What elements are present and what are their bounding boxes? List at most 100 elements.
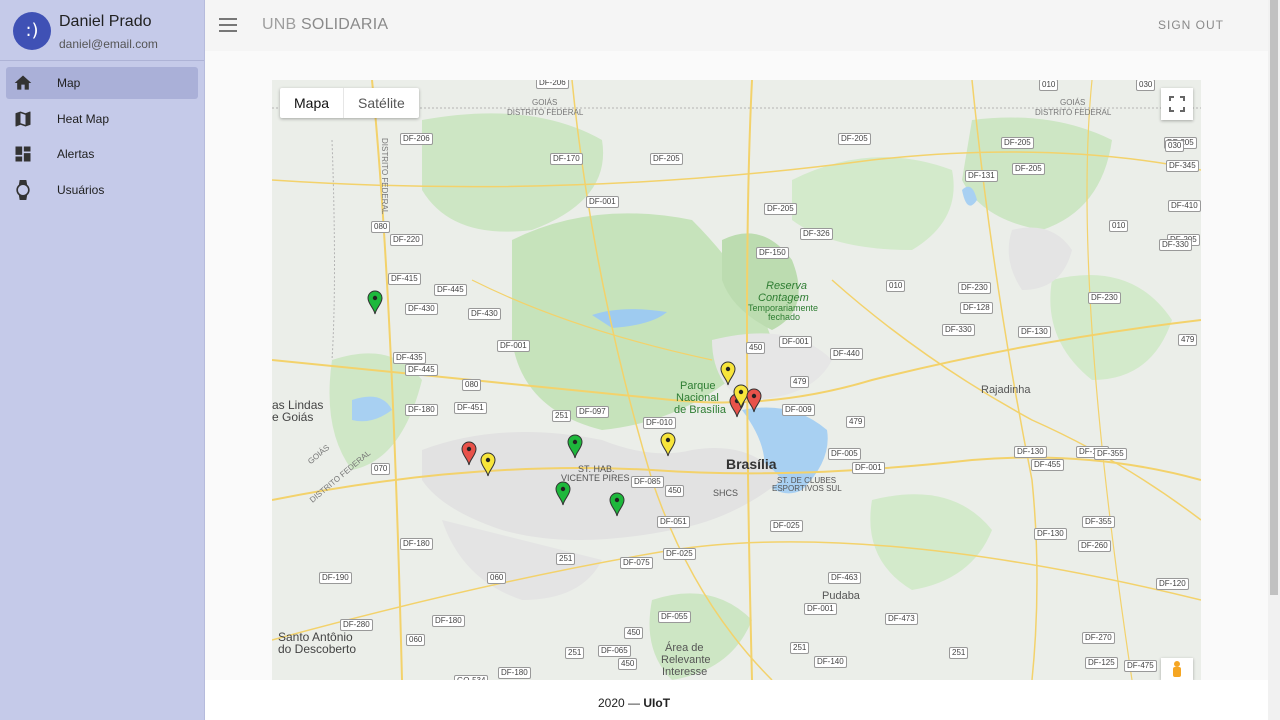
road-shield: 251 [556,553,576,565]
road-shield: DF-180 [432,615,465,627]
map-marker-yellow[interactable] [479,451,497,477]
place-label: Relevante [661,654,711,666]
map-marker-red[interactable] [460,440,478,466]
road-shield: DF-355 [1082,516,1115,528]
watch-icon [16,179,30,200]
road-shield: DF-180 [405,404,438,416]
road-shield: DF-280 [340,619,373,631]
road-shield: DF-001 [497,340,530,352]
place-label: Rajadinha [981,384,1031,396]
road-shield: 450 [665,485,685,497]
map-view[interactable]: Brasília Parque Nacional de Brasília Res… [272,80,1201,680]
road-shield: DF-355 [1094,448,1127,460]
road-shield: DF-130 [1014,446,1047,458]
place-label-brasilia: Brasília [726,456,777,472]
road-shield: DF-205 [650,153,683,165]
road-shield: DF-055 [658,611,691,623]
road-shield: DF-435 [393,352,426,364]
road-shield: DF-415 [388,273,421,285]
road-shield: DF-206 [536,80,569,89]
road-shield: 450 [624,627,644,639]
road-shield: DF-005 [828,448,861,460]
road-shield: 080 [371,221,391,233]
sidebar-item-heat-map[interactable]: Heat Map [6,103,198,135]
fullscreen-icon [1169,96,1185,112]
sidebar-item-alertas[interactable]: Alertas [6,138,198,170]
road-shield: DF-440 [830,348,863,360]
place-label: SHCS [713,488,739,498]
road-shield: 010 [1039,80,1059,91]
road-shield: DF-131 [965,170,998,182]
road-shield: DF-430 [405,303,438,315]
road-shield: 060 [487,572,507,584]
road-shield: 030 [1136,80,1156,91]
state-label: GOIÁS [532,98,558,107]
dashboard-icon [15,146,31,162]
place-label: Parque [680,380,716,392]
road-shield: 479 [846,416,866,428]
road-shield: DF-410 [1168,200,1201,212]
map-marker-red[interactable] [745,387,763,413]
road-shield: 010 [1109,220,1129,232]
map-marker-green[interactable] [566,433,584,459]
road-shield: DF-125 [1085,657,1118,669]
street-view-pegman[interactable] [1161,658,1193,680]
road-shield: DF-025 [663,548,696,560]
road-shield: 251 [949,647,969,659]
map-marker-green[interactable] [366,289,384,315]
menu-icon[interactable] [219,14,237,36]
map-marker-yellow[interactable] [659,431,677,457]
sidebar-item-usuarios[interactable]: Usuários [6,174,198,206]
scrollbar[interactable] [1268,0,1280,720]
sidebar-item-label: Alertas [57,147,95,161]
road-shield: DF-330 [1159,239,1192,251]
place-label: do Descoberto [278,642,357,656]
road-shield: DF-130 [1034,528,1067,540]
user-profile: :) Daniel Prado daniel@email.com [0,0,204,60]
road-shield: DF-085 [631,476,664,488]
place-label: Reserva [766,280,807,292]
app-title: UNB SOLIDARIA [262,16,388,34]
road-shield: 450 [746,342,766,354]
sign-out-button[interactable]: SIGN OUT [1158,18,1224,32]
road-shield: DF-455 [1031,459,1064,471]
map-type-satelite-button[interactable]: Satélite [344,88,419,118]
fullscreen-button[interactable] [1161,88,1193,120]
footer-year: 2020 — [598,696,641,710]
app-title-bold: SOLIDARIA [301,16,389,33]
sidebar-item-label: Heat Map [57,111,110,126]
road-shield: 030 [1165,140,1185,152]
navigation-drawer: :) Daniel Prado daniel@email.com Map Hea… [0,0,205,720]
sidebar-item-map[interactable]: Map [6,67,198,99]
road-shield: DF-451 [454,402,487,414]
road-shield: 479 [790,376,810,388]
map-marker-green[interactable] [554,480,572,506]
road-shield: DF-001 [586,196,619,208]
place-label: ESPORTIVOS SUL [772,484,842,493]
map-type-control: Mapa Satélite [280,88,419,118]
state-label: DISTRITO FEDERAL [1035,108,1112,117]
road-shield: DF-260 [1078,540,1111,552]
road-shield: DF-170 [550,153,583,165]
place-label: fechado [768,312,801,322]
road-shield: DF-445 [405,364,438,376]
avatar[interactable]: :) [13,12,51,50]
road-shield: DF-330 [942,324,975,336]
map-marker-green[interactable] [608,491,626,517]
road-shield: DF-128 [960,302,993,314]
road-shield: DF-065 [598,645,631,657]
map-type-mapa-button[interactable]: Mapa [280,88,345,118]
scrollbar-thumb[interactable] [1270,0,1278,595]
map-icon [15,111,31,126]
home-icon [14,75,32,90]
road-shield: DF-120 [1156,578,1189,590]
place-label: Interesse [662,666,708,678]
place-label: Área de [665,642,704,654]
road-shield: DF-001 [779,336,812,348]
road-shield: 251 [552,410,572,422]
road-shield: DF-220 [390,234,423,246]
road-shield: DF-130 [1018,326,1051,338]
road-shield: 479 [1178,334,1198,346]
road-shield: DF-205 [1001,137,1034,149]
road-shield: DF-010 [643,417,676,429]
